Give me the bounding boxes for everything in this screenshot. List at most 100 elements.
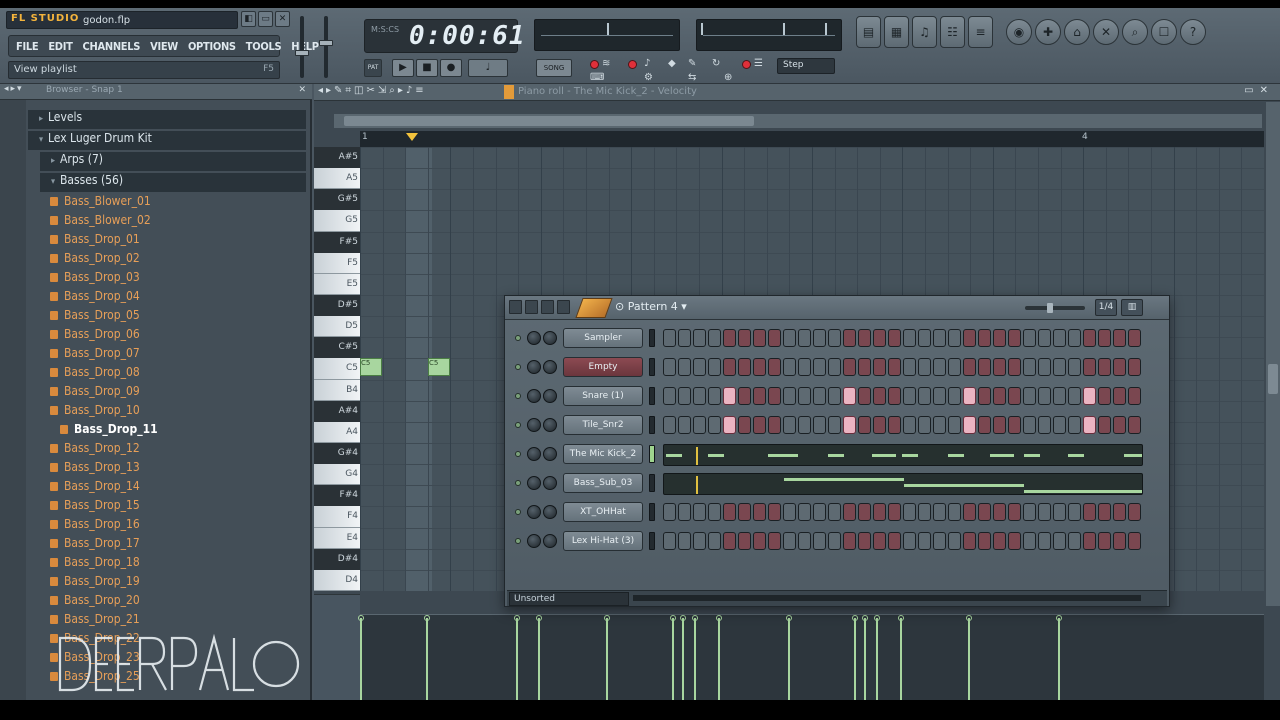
step-button[interactable] (798, 416, 811, 434)
step-button[interactable] (978, 358, 991, 376)
step-button[interactable] (888, 329, 901, 347)
channel-volume-knob[interactable] (543, 476, 557, 490)
step-button[interactable] (768, 358, 781, 376)
step-button[interactable] (738, 416, 751, 434)
step-button[interactable] (933, 329, 946, 347)
event-editor-target[interactable] (314, 594, 360, 700)
step-button[interactable] (948, 416, 961, 434)
velocity-stem-head[interactable] (680, 615, 686, 621)
step-button[interactable] (1008, 416, 1021, 434)
menu-edit[interactable]: EDIT (44, 40, 76, 53)
velocity-stem-head[interactable] (966, 615, 972, 621)
step-button[interactable] (738, 329, 751, 347)
step-button[interactable] (708, 503, 721, 521)
channel-mute-led[interactable] (515, 509, 521, 515)
channel-volume-knob[interactable] (543, 389, 557, 403)
piano-key[interactable]: A5 (314, 168, 360, 190)
velocity-stem[interactable] (538, 618, 540, 700)
tempo-display[interactable]: ♩ (468, 59, 508, 77)
browser-close-icon[interactable]: ✕ (298, 85, 306, 95)
piano-key[interactable]: C5 (314, 358, 360, 380)
channel-pan-knob[interactable] (527, 505, 541, 519)
sequencer-menu-icon[interactable] (509, 300, 522, 314)
step-button[interactable] (963, 503, 976, 521)
step-button[interactable] (858, 358, 871, 376)
browser-nav-arrows[interactable]: ◂▸▾ (4, 84, 24, 94)
step-button[interactable] (678, 416, 691, 434)
browser-file-item[interactable]: Bass_Drop_02 (50, 251, 300, 270)
piano-roll-menu-badge[interactable] (504, 85, 514, 99)
step-button[interactable] (1008, 503, 1021, 521)
velocity-stem[interactable] (672, 618, 674, 700)
step-button-on[interactable] (1083, 387, 1096, 405)
sequencer-keyboard-icon[interactable] (557, 300, 570, 314)
step-button[interactable] (753, 387, 766, 405)
velocity-stem[interactable] (682, 618, 684, 700)
piano-key[interactable]: B4 (314, 379, 360, 401)
step-button[interactable] (948, 358, 961, 376)
record-notes-toggle[interactable] (628, 60, 637, 69)
wait-input-icon[interactable]: ♪ (644, 58, 650, 69)
step-button[interactable] (1068, 387, 1081, 405)
loop-record-icon[interactable]: ↻ (712, 58, 720, 69)
step-button[interactable] (858, 387, 871, 405)
step-button[interactable] (783, 416, 796, 434)
piano-roll-window-controls[interactable]: ▭✕ (1244, 85, 1274, 96)
cpu-icon[interactable]: ⌂ (1064, 19, 1090, 45)
step-button[interactable] (1128, 329, 1141, 347)
piano-roll-note[interactable]: C5 (360, 358, 382, 377)
playhead-marker[interactable] (406, 133, 418, 141)
countdown-icon[interactable]: ◆ (668, 58, 676, 69)
sequencer-graph-icon[interactable] (541, 300, 554, 314)
master-pitch-knob[interactable] (319, 40, 333, 46)
step-button[interactable] (888, 503, 901, 521)
browser-file-item[interactable]: Bass_Drop_23 (50, 650, 300, 669)
step-button[interactable] (858, 503, 871, 521)
step-button[interactable] (858, 329, 871, 347)
step-button[interactable] (1068, 416, 1081, 434)
swing-slider-track[interactable] (1025, 306, 1085, 310)
step-button[interactable] (1053, 329, 1066, 347)
step-button[interactable] (1008, 532, 1021, 550)
step-button[interactable] (1023, 387, 1036, 405)
channel-mute-led[interactable] (515, 335, 521, 341)
step-button[interactable] (1128, 416, 1141, 434)
step-button[interactable] (918, 387, 931, 405)
piano-key[interactable]: A#4 (314, 400, 360, 422)
step-button[interactable] (693, 532, 706, 550)
step-button[interactable] (1098, 532, 1111, 550)
step-button[interactable] (1113, 503, 1126, 521)
step-button[interactable] (813, 358, 826, 376)
step-button[interactable] (723, 358, 736, 376)
step-button[interactable] (708, 358, 721, 376)
velocity-stem-head[interactable] (514, 615, 520, 621)
step-button[interactable] (843, 329, 856, 347)
step-button[interactable] (768, 416, 781, 434)
step-button[interactable] (1023, 532, 1036, 550)
piano-key[interactable]: D5 (314, 316, 360, 338)
piano-roll-note[interactable]: C5 (428, 358, 450, 377)
channel-volume-knob[interactable] (543, 331, 557, 345)
step-button[interactable] (888, 358, 901, 376)
menu-options[interactable]: OPTIONS (184, 40, 240, 53)
menu-file[interactable]: FILE (12, 40, 42, 53)
velocity-stem-head[interactable] (1056, 615, 1062, 621)
step-button[interactable] (948, 503, 961, 521)
velocity-stem-head[interactable] (862, 615, 868, 621)
velocity-stem[interactable] (606, 618, 608, 700)
step-button[interactable] (903, 329, 916, 347)
tools-icon[interactable]: ✕ (1093, 19, 1119, 45)
step-button[interactable] (1053, 358, 1066, 376)
step-button[interactable] (828, 387, 841, 405)
step-button[interactable] (1008, 358, 1021, 376)
step-button[interactable] (873, 503, 886, 521)
folder-arps[interactable]: ▸ Arps (7) (40, 152, 306, 171)
browser-file-item[interactable]: Bass_Drop_14 (50, 479, 300, 498)
sequencer-position-ruler[interactable] (633, 595, 1141, 601)
step-button[interactable] (663, 532, 676, 550)
step-button[interactable] (1128, 358, 1141, 376)
step-button[interactable] (993, 416, 1006, 434)
step-button[interactable] (798, 387, 811, 405)
channel-mute-led[interactable] (515, 364, 521, 370)
step-button[interactable] (723, 503, 736, 521)
